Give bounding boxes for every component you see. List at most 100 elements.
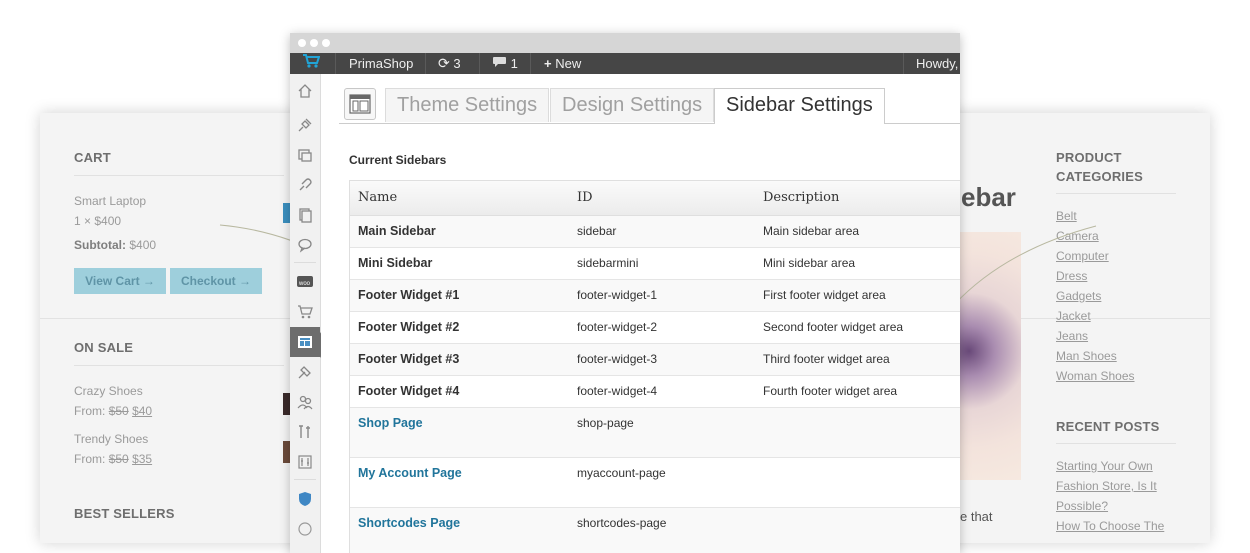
menu-item-users[interactable] — [290, 387, 320, 417]
menu-item-settings[interactable] — [290, 447, 320, 477]
updates-count: 3 — [453, 56, 461, 71]
table-row: Shortcodes Page shortcodes-page — [350, 508, 960, 553]
admin-bar: PrimaShop ⟳ 3 1 + New Howdy, — [290, 53, 960, 74]
sidebar-description: Third footer widget area — [763, 352, 890, 366]
collapse-icon — [298, 522, 312, 536]
layout-icon — [349, 94, 371, 114]
menu-item-comments[interactable] — [290, 230, 320, 260]
sidebar-id: shortcodes-page — [577, 516, 667, 530]
comments-icon — [298, 238, 312, 253]
sidebar-name: Main Sidebar — [358, 224, 436, 238]
sidebar-name[interactable]: My Account Page — [358, 458, 462, 489]
menu-item-appearance[interactable] — [290, 357, 320, 387]
table-row: Footer Widget #2 footer-widget-2 Second fo… — [350, 312, 960, 344]
appearance-icon — [298, 366, 311, 379]
sidebar-id: footer-widget-3 — [577, 352, 658, 366]
howdy-user-menu[interactable]: Howdy, — [916, 53, 958, 74]
woo-cart-icon[interactable] — [302, 53, 321, 74]
window-titlebar — [290, 33, 960, 53]
sidebar-id: shop-page — [577, 416, 634, 430]
theme-settings-icon — [298, 336, 312, 348]
menu-item-woocommerce[interactable]: woo — [290, 267, 320, 297]
plus-icon: + — [544, 56, 552, 71]
table-row: Mini Sidebar sidebarmini Mini sidebar area — [350, 248, 960, 280]
section-title: Current Sidebars — [349, 153, 447, 167]
menu-item-products[interactable] — [290, 297, 320, 327]
menu-item-dashboard[interactable] — [290, 76, 320, 106]
tools-icon — [299, 425, 310, 438]
media-icon — [298, 149, 312, 162]
sidebar-id: footer-widget-2 — [577, 320, 658, 334]
menu-divider — [294, 262, 316, 263]
new-content-link[interactable]: + New — [544, 53, 581, 74]
sidebar-description: Fourth footer widget area — [763, 384, 898, 398]
sidebar-description: Mini sidebar area — [763, 256, 856, 270]
sidebar-name[interactable]: Shop Page — [358, 408, 423, 439]
window-button[interactable] — [310, 39, 318, 47]
sidebar-id: myaccount-page — [577, 466, 666, 480]
sidebar-description: First footer widget area — [763, 288, 886, 302]
admin-side-menu: woo — [290, 74, 321, 553]
shield-icon — [299, 492, 311, 506]
sidebar-name[interactable]: Shortcodes Page — [358, 508, 460, 539]
table-row: Footer Widget #1 footer-widget-1 First foo… — [350, 280, 960, 312]
sidebar-description: Main sidebar area — [763, 224, 860, 238]
sidebar-name: Mini Sidebar — [358, 256, 433, 270]
separator — [530, 53, 531, 74]
woo-icon: woo — [297, 276, 313, 287]
column-header-id: ID — [577, 190, 593, 205]
window-button[interactable] — [298, 39, 306, 47]
comments-count: 1 — [510, 56, 518, 71]
svg-text:woo: woo — [298, 281, 311, 287]
new-label: New — [555, 56, 582, 71]
menu-item-security[interactable] — [290, 484, 320, 514]
table-header: Name ID Description — [350, 181, 960, 216]
sidebar-name: Footer Widget #3 — [358, 352, 460, 366]
admin-window: PrimaShop ⟳ 3 1 + New Howdy, woo Theme S… — [290, 33, 960, 553]
comments-link[interactable]: 1 — [492, 53, 518, 74]
sidebar-name: Footer Widget #1 — [358, 288, 460, 302]
tab-theme-settings[interactable]: Theme Settings — [385, 88, 550, 122]
pin-icon — [298, 118, 312, 132]
separator — [479, 53, 480, 74]
sidebar-id: footer-widget-4 — [577, 384, 658, 398]
site-name-link[interactable]: PrimaShop — [349, 53, 413, 74]
menu-item-theme-settings[interactable] — [290, 327, 320, 357]
pages-icon — [299, 208, 312, 223]
sidebars-table: Name ID Description Main Sidebar sidebar M… — [349, 180, 960, 553]
table-body: Main Sidebar sidebar Main sidebar area Mini… — [350, 216, 960, 553]
users-icon — [297, 395, 313, 410]
menu-item-pages[interactable] — [290, 200, 320, 230]
sidebar-description: Second footer widget area — [763, 320, 904, 334]
window-button[interactable] — [322, 39, 330, 47]
menu-item-collapse[interactable] — [290, 514, 320, 544]
updates-link[interactable]: ⟳ 3 — [438, 53, 461, 74]
separator — [335, 53, 336, 74]
sidebar-name: Footer Widget #4 — [358, 384, 460, 398]
menu-divider — [294, 479, 316, 480]
column-header-description: Description — [763, 190, 840, 205]
sidebar-id: footer-widget-1 — [577, 288, 658, 302]
menu-item-links[interactable] — [290, 170, 320, 200]
tab-sidebar-settings[interactable]: Sidebar Settings — [714, 88, 885, 124]
column-header-name: Name — [358, 190, 398, 205]
sidebar-id: sidebar — [577, 224, 617, 238]
table-row: Main Sidebar sidebar Main sidebar area — [350, 216, 960, 248]
separator — [903, 53, 904, 74]
separator — [425, 53, 426, 74]
menu-item-posts[interactable] — [290, 110, 320, 140]
cart-icon — [298, 305, 313, 319]
table-row: Footer Widget #4 footer-widget-4 Fourth fo… — [350, 376, 960, 408]
links-icon — [299, 178, 312, 191]
tab-design-settings[interactable]: Design Settings — [550, 88, 715, 122]
sidebar-name: Footer Widget #2 — [358, 320, 460, 334]
table-row: Footer Widget #3 footer-widget-3 Third foo… — [350, 344, 960, 376]
menu-item-media[interactable] — [290, 140, 320, 170]
table-row: Shop Page shop-page — [350, 408, 960, 458]
sidebar-id: sidebarmini — [577, 256, 639, 270]
comment-bubble-icon — [493, 57, 506, 67]
menu-item-tools[interactable] — [290, 417, 320, 447]
theme-panel-icon — [344, 88, 376, 120]
refresh-icon: ⟳ — [438, 55, 450, 71]
settings-icon — [298, 455, 312, 469]
